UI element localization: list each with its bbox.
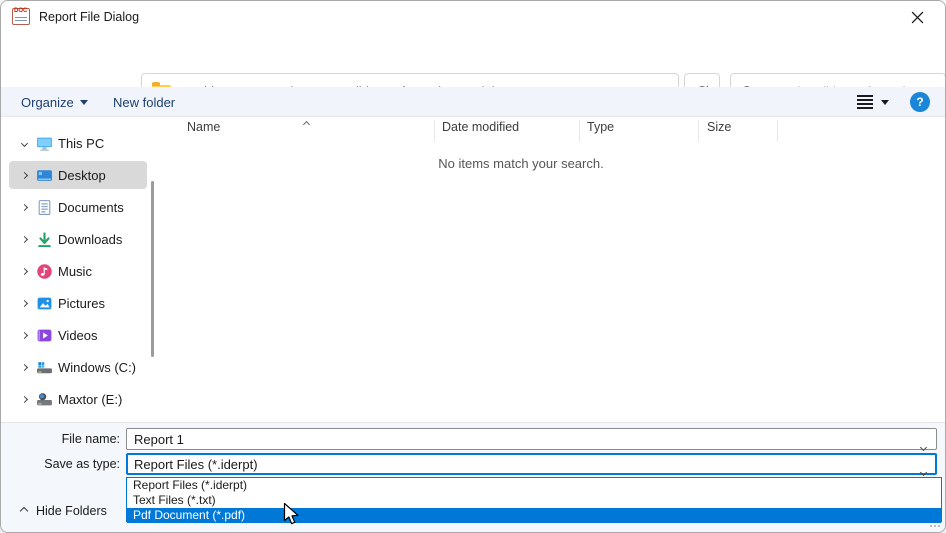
doc-icon-label: DOC	[14, 8, 27, 15]
sidebar-item-label: Windows (C:)	[58, 360, 136, 375]
expander-chevron-right-icon[interactable]	[17, 397, 31, 402]
sidebar-item-videos[interactable]: Videos	[9, 321, 147, 349]
sidebar-item-label: Documents	[58, 200, 124, 215]
caret-down-icon	[881, 100, 889, 105]
list-view-icon	[857, 95, 873, 109]
sidebar-item-windows-c[interactable]: Windows (C:)	[9, 353, 147, 381]
view-options-dropdown[interactable]	[881, 87, 889, 117]
view-options-button[interactable]	[857, 87, 873, 117]
sidebar-item-maxtor-e[interactable]: Maxtor (E:)	[9, 385, 147, 413]
organize-label: Organize	[21, 95, 74, 110]
downloads-icon	[36, 231, 53, 248]
empty-list-message: No items match your search.	[161, 156, 881, 171]
column-divider[interactable]	[434, 120, 435, 142]
sidebar-item-downloads[interactable]: Downloads	[9, 225, 147, 253]
new-folder-label: New folder	[113, 95, 175, 110]
file-type-dropdown-list: Report Files (*.iderpt) Text Files (*.tx…	[126, 477, 942, 522]
expander-chevron-right-icon[interactable]	[17, 237, 31, 242]
option-text-files[interactable]: Text Files (*.txt)	[127, 493, 941, 508]
expander-chevron-right-icon[interactable]	[17, 333, 31, 338]
videos-icon	[36, 327, 53, 344]
column-header-name[interactable]: Name	[187, 120, 220, 134]
music-icon	[36, 263, 53, 280]
help-icon: ?	[916, 95, 923, 109]
organize-button[interactable]: Organize	[21, 87, 88, 117]
file-name-input[interactable]	[126, 428, 937, 450]
command-toolbar: Organize New folder ?	[1, 87, 945, 117]
sidebar-item-music[interactable]: Music	[9, 257, 147, 285]
windows-drive-icon	[36, 359, 53, 376]
expander-chevron-right-icon[interactable]	[17, 173, 31, 178]
report-file-dialog-window: DOC Report File Dialog ← → ↑ This PC Des…	[0, 0, 946, 533]
save-as-type-combobox[interactable]: Report Files (*.iderpt)	[126, 453, 937, 475]
pictures-icon	[36, 295, 53, 312]
expander-chevron-down-icon[interactable]	[17, 141, 31, 146]
sidebar-item-label: This PC	[58, 136, 104, 151]
sort-ascending-icon	[304, 114, 309, 132]
expander-chevron-right-icon[interactable]	[17, 301, 31, 306]
sidebar-item-documents[interactable]: Documents	[9, 193, 147, 221]
folder-tree-sidebar: This PC Desktop Documents Downloads	[1, 118, 161, 422]
close-button[interactable]	[897, 1, 937, 33]
chevron-up-icon	[20, 507, 28, 515]
desktop-icon	[36, 167, 53, 184]
navigation-bar: ← → ↑ This PC Desktop Buildıng Informati…	[1, 33, 945, 81]
expander-chevron-right-icon[interactable]	[17, 365, 31, 370]
column-divider[interactable]	[698, 120, 699, 142]
sidebar-item-label: Music	[58, 264, 92, 279]
sidebar-item-this-pc[interactable]: This PC	[9, 129, 147, 157]
window-title: Report File Dialog	[39, 1, 139, 33]
sidebar-item-desktop[interactable]: Desktop	[9, 161, 147, 189]
sidebar-item-label: Maxtor (E:)	[58, 392, 122, 407]
file-name-label: File name:	[1, 432, 120, 446]
column-header-type[interactable]: Type	[587, 120, 614, 134]
save-as-type-label: Save as type:	[1, 457, 120, 471]
report-document-icon: DOC	[12, 8, 30, 25]
screen: DOC Report File Dialog ← → ↑ This PC Des…	[0, 0, 946, 533]
sidebar-item-pictures[interactable]: Pictures	[9, 289, 147, 317]
sidebar-item-label: Desktop	[58, 168, 106, 183]
column-divider[interactable]	[777, 120, 778, 142]
help-button[interactable]: ?	[910, 92, 930, 112]
sidebar-item-label: Videos	[58, 328, 98, 343]
sidebar-scrollbar[interactable]	[151, 181, 154, 357]
hide-folders-button[interactable]: Hide Folders	[13, 498, 115, 524]
caret-down-icon	[80, 100, 88, 105]
option-pdf-document[interactable]: Pdf Document (*.pdf)	[127, 508, 941, 523]
close-icon	[911, 11, 924, 24]
documents-icon	[36, 199, 53, 216]
external-drive-icon	[36, 391, 53, 408]
title-bar: DOC Report File Dialog	[1, 1, 945, 33]
option-report-files[interactable]: Report Files (*.iderpt)	[127, 478, 941, 493]
expander-chevron-right-icon[interactable]	[17, 205, 31, 210]
sidebar-item-label: Downloads	[58, 232, 122, 247]
column-header-date-modified[interactable]: Date modified	[442, 120, 519, 134]
new-folder-button[interactable]: New folder	[113, 87, 175, 117]
expander-chevron-right-icon[interactable]	[17, 269, 31, 274]
column-header-size[interactable]: Size	[707, 120, 731, 134]
this-pc-icon	[36, 135, 53, 152]
column-divider[interactable]	[579, 120, 580, 142]
sidebar-item-label: Pictures	[58, 296, 105, 311]
combobox-chevron-down-icon	[921, 463, 926, 478]
doc-icon-lines	[15, 17, 27, 23]
hide-folders-label: Hide Folders	[36, 504, 107, 518]
save-as-type-value: Report Files (*.iderpt)	[134, 457, 258, 472]
